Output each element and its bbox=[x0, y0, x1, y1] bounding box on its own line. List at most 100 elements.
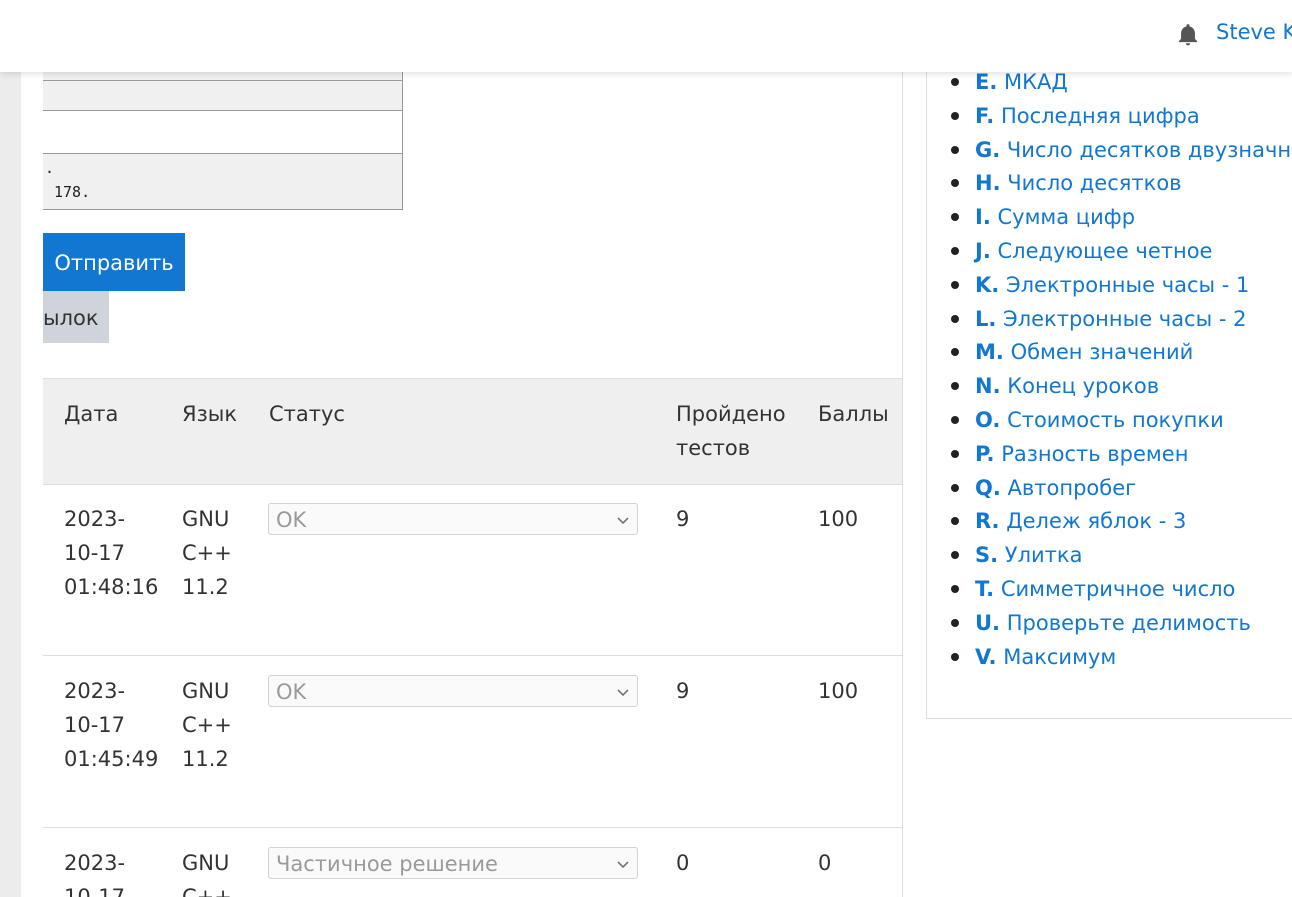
problem-link[interactable]: Сумма цифр bbox=[997, 205, 1135, 229]
sample-text: 178. bbox=[54, 183, 91, 201]
language-line: C++ bbox=[182, 713, 232, 737]
bullet-icon bbox=[951, 652, 959, 661]
problem-list-item[interactable]: G. Число десятков двузначного bbox=[946, 133, 1292, 167]
problem-letter[interactable]: L. bbox=[975, 307, 996, 331]
problem-link[interactable]: Электронные часы - 2 bbox=[1003, 307, 1246, 331]
language-line: GNU bbox=[182, 679, 230, 703]
problem-list-item[interactable]: J. Следующее четное bbox=[946, 234, 1292, 268]
problem-list-item[interactable]: K. Электронные часы - 1 bbox=[946, 268, 1292, 302]
column-header-language: Язык bbox=[182, 402, 238, 426]
problem-link[interactable]: Электронные часы - 1 bbox=[1006, 273, 1249, 297]
problem-letter[interactable]: T. bbox=[975, 577, 994, 601]
bullet-icon bbox=[951, 145, 959, 154]
status-select[interactable]: OK bbox=[268, 503, 638, 535]
problem-letter[interactable]: H. bbox=[975, 171, 1001, 195]
language-line: 11.2 bbox=[182, 575, 229, 599]
problem-link[interactable]: Разность времен bbox=[1001, 442, 1188, 466]
table-row-date: 2023- 10-17 bbox=[64, 846, 125, 897]
problem-list-item[interactable]: Q. Автопробег bbox=[946, 471, 1292, 505]
problem-list-item[interactable]: V. Максимум bbox=[946, 640, 1292, 674]
problem-list-item[interactable]: I. Сумма цифр bbox=[946, 200, 1292, 234]
problem-link[interactable]: Число десятков двузначного bbox=[1007, 138, 1292, 162]
problem-letter[interactable]: U. bbox=[975, 611, 1000, 635]
bullet-icon bbox=[951, 415, 959, 424]
problem-letter[interactable]: F. bbox=[975, 104, 994, 128]
problem-letter[interactable]: E. bbox=[975, 70, 997, 94]
problem-link[interactable]: Обмен значений bbox=[1011, 340, 1194, 364]
bullet-icon bbox=[951, 78, 959, 86]
problem-link[interactable]: Симметричное число bbox=[1001, 577, 1236, 601]
problem-link[interactable]: Следующее четное bbox=[997, 239, 1212, 263]
table-row-language: GNU C++ bbox=[182, 846, 232, 897]
problem-list-item[interactable]: U. Проверьте делимость bbox=[946, 606, 1292, 640]
status-select[interactable]: OK bbox=[268, 675, 638, 707]
problem-link[interactable]: Дележ яблок - 3 bbox=[1006, 509, 1186, 533]
table-row-date: 2023- 10-17 01:45:49 bbox=[64, 674, 158, 776]
column-header-date: Дата bbox=[64, 402, 119, 426]
problem-list: E. МКАД F. Последняя цифра G. Число десятк… bbox=[946, 65, 1292, 673]
problem-link[interactable]: Число десятков bbox=[1007, 171, 1181, 195]
problem-letter[interactable]: M. bbox=[975, 340, 1004, 364]
problem-list-item[interactable]: L. Электронные часы - 2 bbox=[946, 302, 1292, 336]
problem-link[interactable]: Максимум bbox=[1003, 645, 1116, 669]
bullet-icon bbox=[951, 179, 959, 188]
problem-letter[interactable]: I. bbox=[975, 205, 991, 229]
problem-list-item[interactable]: M. Обмен значений bbox=[946, 335, 1292, 369]
problem-letter[interactable]: S. bbox=[975, 543, 998, 567]
bullet-icon bbox=[951, 618, 959, 627]
row-divider bbox=[43, 655, 902, 656]
problem-letter[interactable]: O. bbox=[975, 408, 1000, 432]
tests-passed-value: 9 bbox=[676, 507, 690, 531]
bullet-icon bbox=[951, 213, 959, 222]
problem-list-item[interactable]: H. Число десятков bbox=[946, 166, 1292, 200]
bullet-icon bbox=[951, 348, 959, 357]
problem-list-item[interactable]: S. Улитка bbox=[946, 538, 1292, 572]
bell-icon[interactable] bbox=[1174, 22, 1202, 48]
problem-link[interactable]: Автопробег bbox=[1008, 476, 1137, 500]
date-line: 01:48:16 bbox=[64, 575, 159, 599]
problem-list-item[interactable]: O. Стоимость покупки bbox=[946, 403, 1292, 437]
problem-link[interactable]: Проверьте делимость bbox=[1007, 611, 1251, 635]
bullet-icon bbox=[951, 483, 959, 492]
problem-link[interactable]: МКАД bbox=[1004, 70, 1068, 94]
date-line: 01:45:49 bbox=[64, 747, 159, 771]
problem-letter[interactable]: K. bbox=[975, 273, 999, 297]
bullet-icon bbox=[951, 551, 959, 560]
chevron-down-icon bbox=[617, 517, 629, 525]
problem-link[interactable]: Улитка bbox=[1005, 543, 1083, 567]
problem-list-item[interactable]: R. Дележ яблок - 3 bbox=[946, 504, 1292, 538]
problem-list-item[interactable]: T. Симметричное число bbox=[946, 572, 1292, 606]
status-select[interactable]: Частичное решение bbox=[268, 847, 638, 879]
chevron-down-icon bbox=[617, 861, 629, 869]
problem-list-item[interactable]: N. Конец уроков bbox=[946, 369, 1292, 403]
bullet-icon bbox=[951, 111, 959, 120]
language-line: GNU bbox=[182, 507, 230, 531]
table-row-language: GNU C++ 11.2 bbox=[182, 674, 232, 776]
sample-row bbox=[43, 111, 402, 154]
date-line: 10-17 bbox=[64, 541, 126, 565]
problem-letter[interactable]: J. bbox=[975, 239, 991, 263]
language-line: C++ bbox=[182, 541, 232, 565]
sample-test-box: . 178. bbox=[43, 72, 403, 210]
bullet-icon bbox=[951, 314, 959, 323]
problem-letter[interactable]: G. bbox=[975, 138, 1000, 162]
status-value: Частичное решение bbox=[276, 852, 498, 876]
language-line: GNU bbox=[182, 851, 230, 875]
problem-letter[interactable]: R. bbox=[975, 509, 1000, 533]
secondary-button[interactable]: ылок bbox=[43, 291, 109, 343]
problem-letter[interactable]: N. bbox=[975, 374, 1001, 398]
problem-list-item[interactable]: P. Разность времен bbox=[946, 437, 1292, 471]
user-menu-link[interactable]: Steve Ko bbox=[1216, 20, 1292, 44]
table-row-date: 2023- 10-17 01:48:16 bbox=[64, 502, 158, 604]
problem-link[interactable]: Конец уроков bbox=[1007, 374, 1159, 398]
column-header-score: Баллы bbox=[818, 402, 889, 426]
submit-button[interactable]: Отправить bbox=[43, 233, 185, 291]
problem-letter[interactable]: V. bbox=[975, 645, 997, 669]
bullet-icon bbox=[951, 280, 959, 289]
problem-list-item[interactable]: F. Последняя цифра bbox=[946, 99, 1292, 133]
problem-link[interactable]: Последняя цифра bbox=[1001, 104, 1200, 128]
problem-letter[interactable]: P. bbox=[975, 442, 995, 466]
bullet-icon bbox=[951, 382, 959, 391]
problem-link[interactable]: Стоимость покупки bbox=[1007, 408, 1224, 432]
problem-letter[interactable]: Q. bbox=[975, 476, 1001, 500]
